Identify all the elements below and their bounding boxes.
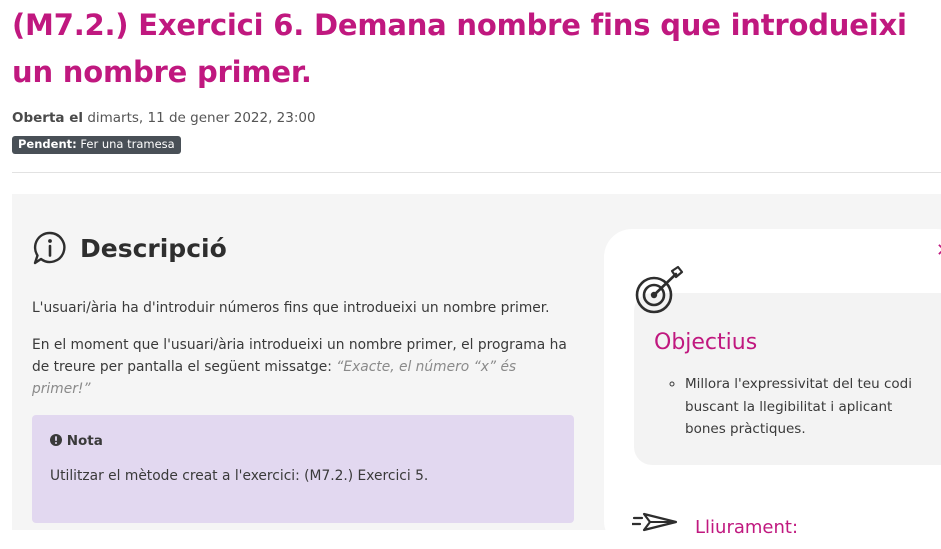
status-badge: Pendent: Fer una tramesa	[12, 136, 181, 154]
opened-label: Oberta el	[12, 110, 84, 126]
opened-date-line: Oberta el dimarts, 11 de gener 2022, 23:…	[12, 110, 316, 126]
close-icon[interactable]: ✕	[936, 240, 941, 261]
exclamation-circle-icon	[50, 434, 62, 446]
delivery-heading: Lliurament:	[695, 517, 799, 538]
target-icon	[635, 265, 684, 314]
note-title: Nota	[66, 433, 103, 449]
page-title: (M7.2.) Exercici 6. Demana nombre fins q…	[12, 8, 907, 89]
note-text: Utilitzar el mètode creat a l'exercici: …	[50, 468, 429, 484]
opened-date: dimarts, 11 de gener 2022, 23:00	[87, 110, 316, 126]
objectives-item: Millora l'expressivitat del teu codi bus…	[685, 373, 935, 441]
paper-plane-icon	[632, 512, 678, 532]
description-heading: Descripció	[80, 234, 227, 263]
description-paragraph-2: En el moment que l'usuari/ària introduei…	[32, 334, 572, 400]
objectives-list: Millora l'expressivitat del teu codi bus…	[666, 373, 935, 441]
header-divider	[12, 172, 941, 173]
info-bubble-icon	[33, 231, 66, 265]
status-badge-label: Pendent:	[18, 137, 77, 151]
note-box: Nota Utilitzar el mètode creat a l'exerc…	[32, 415, 574, 523]
description-paragraph-1: L'usuari/ària ha d'introduir números fin…	[32, 300, 550, 316]
status-badge-text: Fer una tramesa	[80, 137, 175, 151]
note-title-row: Nota	[50, 433, 103, 449]
objectives-heading: Objectius	[654, 330, 758, 355]
